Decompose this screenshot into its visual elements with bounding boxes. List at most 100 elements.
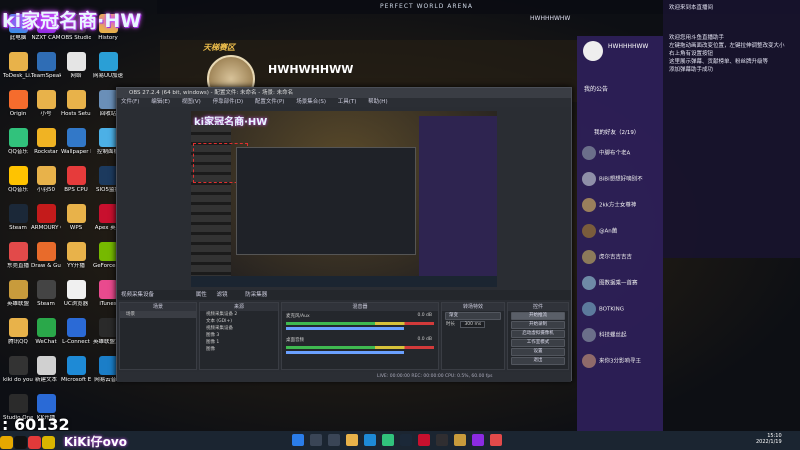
desktop-icon-label: Wallpaper Engine <box>61 149 91 155</box>
desktop-icon[interactable]: TeamSpeak 3 <box>31 52 61 79</box>
desktop-icon[interactable]: 东莞直播 <box>3 242 33 269</box>
obs-titlebar[interactable]: OBS 27.2.4 (64 bit, windows) - 配置文件: 未命名… <box>117 88 571 98</box>
filters-button[interactable]: 滤镜 <box>217 292 228 298</box>
start-icon[interactable] <box>292 434 304 446</box>
menu-view[interactable]: 视图(V) <box>182 99 201 105</box>
menu-scene-collection[interactable]: 场景集合(S) <box>296 99 326 105</box>
desktop-icon[interactable]: UC浏览器 <box>61 280 91 307</box>
edge-icon[interactable] <box>364 434 376 446</box>
source-item[interactable]: 视频采集设备 2 <box>200 311 278 318</box>
desktop-icon[interactable]: 小羽50 <box>31 166 61 193</box>
fan-item[interactable]: 虎尔吉吉吉吉 <box>582 250 632 264</box>
desktop-icon[interactable]: Microsoft Edge <box>61 356 91 383</box>
fan-item[interactable]: 来你3分影响寻王 <box>582 354 641 368</box>
source-item[interactable]: 视频采集设备 <box>200 325 278 332</box>
transition-duration: 时长 300 ms <box>442 321 504 328</box>
source-item[interactable]: 文本 (GDI+) <box>200 318 278 325</box>
obs-preview[interactable]: ki家冠名商·HW <box>191 111 497 287</box>
fan-item[interactable]: BOTKING <box>582 302 624 316</box>
desktop-icon[interactable]: YY开播 <box>61 242 91 269</box>
fan-item[interactable]: BiBi想想好嘀别不 <box>582 172 643 186</box>
apex-icon[interactable] <box>418 434 430 446</box>
desktop-icon[interactable]: L-Connect <box>61 318 91 345</box>
desktop-icon[interactable]: WPS <box>61 204 91 231</box>
steam-icon[interactable] <box>400 434 412 446</box>
scene-item[interactable]: 场景 <box>120 311 196 318</box>
exit-button[interactable]: 退出 <box>511 357 565 365</box>
taskbar-clock[interactable]: 15:10 2022/1/19 <box>756 433 782 445</box>
menu-tools[interactable]: 工具(T) <box>338 99 357 105</box>
desktop-icon[interactable]: 英雄联盟 <box>3 280 33 307</box>
nzxt-icon[interactable] <box>472 434 484 446</box>
desktop-icon[interactable]: QQ音乐 <box>3 166 33 193</box>
notice-line: 这里展示弹幕、贡献榜单、粉丝牌升级等 <box>669 59 769 65</box>
mixer-volume-slider[interactable] <box>286 351 405 354</box>
obs-menubar: 文件(F) 编辑(E) 视图(V) 停靠部件(D) 配置文件(P) 场景集合(S… <box>117 98 571 107</box>
duration-input[interactable]: 300 ms <box>460 321 486 328</box>
source-item[interactable]: 图像 1 <box>200 339 278 346</box>
mixer-volume-slider[interactable] <box>286 327 405 330</box>
fan-item[interactable]: 科技螺丝起 <box>582 328 627 342</box>
desktop-icon[interactable]: Steam <box>31 280 61 307</box>
app-icon <box>66 166 86 185</box>
controls-dock: 控件 开始推流 开始录制 启动虚拟摄像机 工作室模式 设置 退出 <box>507 302 569 370</box>
obs-window[interactable]: OBS 27.2.4 (64 bit, windows) - 配置文件: 未命名… <box>116 87 572 382</box>
source-item[interactable]: 图像 3 <box>200 332 278 339</box>
menu-file[interactable]: 文件(F) <box>121 99 139 105</box>
desktop-icon[interactable]: 腾讯QQ <box>3 318 33 345</box>
menu-help[interactable]: 帮助(H) <box>368 99 387 105</box>
notice-line: 添加弹幕助手成功 <box>669 67 714 73</box>
desktop-icon[interactable]: ARMOURY CRATE <box>31 204 61 231</box>
menu-docks[interactable]: 停靠部件(D) <box>213 99 244 105</box>
desktop-icon[interactable]: Origin <box>3 90 33 117</box>
game-username[interactable]: HWHHHWHW <box>530 15 570 22</box>
virtual-camera-button[interactable]: 启动虚拟摄像机 <box>511 330 565 338</box>
desktop-icon[interactable]: ToDesk_Li... <box>3 52 33 79</box>
menu-profile[interactable]: 配置文件(P) <box>255 99 285 105</box>
device-button[interactable]: 防采集器 <box>245 292 267 298</box>
desktop-icon[interactable]: 网易UU加速器 <box>93 52 123 79</box>
weibo-icon <box>28 436 41 449</box>
desktop-icon[interactable]: Hosts Setup <box>61 90 91 117</box>
fan-item[interactable]: 中脚布个老A <box>582 146 630 160</box>
menu-edit[interactable]: 编辑(E) <box>151 99 170 105</box>
desktop-icon[interactable]: 小号 <box>31 90 61 117</box>
fan-item[interactable]: 2kk方士女尊神 <box>582 198 636 212</box>
start-streaming-button[interactable]: 开始推流 <box>511 312 565 320</box>
search-icon[interactable] <box>310 434 322 446</box>
desktop-icon[interactable]: kiki do you love me <box>3 356 33 383</box>
fan-name: 2kk方士女尊神 <box>599 202 637 209</box>
source-item[interactable]: 图像 <box>200 346 278 353</box>
fan-item[interactable]: 图数据乘一首赛 <box>582 276 638 290</box>
desktop-icon[interactable]: Steam <box>3 204 33 231</box>
chat-avatar[interactable] <box>583 41 603 61</box>
properties-button[interactable]: 属性 <box>196 292 207 298</box>
explorer-icon[interactable] <box>346 434 358 446</box>
desktop-icon[interactable]: Wallpaper Engine <box>61 128 91 155</box>
app-icon <box>8 90 28 109</box>
mixer-meter <box>286 322 434 325</box>
app-icon[interactable] <box>382 434 394 446</box>
desktop-icon[interactable]: BPS CPU <box>61 166 91 193</box>
start-recording-button[interactable]: 开始录制 <box>511 321 565 329</box>
desktop-icon[interactable]: QQ音乐 <box>3 128 33 155</box>
obs-icon[interactable] <box>436 434 448 446</box>
desktop-icon[interactable]: WeChat <box>31 318 61 345</box>
screen: 此电脑 NZXT CAM OBS Studio History ToDesk_Li...… <box>0 0 800 450</box>
transition-select[interactable]: 渐变 <box>445 312 501 320</box>
app-icon <box>8 318 28 337</box>
app-icon <box>36 90 56 109</box>
desktop-icon[interactable]: Rockstar <box>31 128 61 155</box>
notice-lines: 欢迎来到本直播间 欢迎您用斗鱼直播助手 左键拖动画面改变位置，左键拉伸调整改变大… <box>669 4 794 74</box>
status-text: LIVE: 00:00:00 REC: 00:00:00 CPU: 0.5%, … <box>377 374 493 379</box>
desktop-icon[interactable]: Draw & Guess <box>31 242 61 269</box>
game-icon[interactable] <box>454 434 466 446</box>
settings-button[interactable]: 设置 <box>511 348 565 356</box>
app-icon <box>66 52 86 71</box>
studio-mode-button[interactable]: 工作室模式 <box>511 339 565 347</box>
desktop-icon[interactable]: 网络 <box>61 52 91 79</box>
taskview-icon[interactable] <box>328 434 340 446</box>
desktop-icon[interactable]: 新建文本 <box>31 356 61 383</box>
douyu-icon[interactable] <box>490 434 502 446</box>
fan-item[interactable]: @An菌 <box>582 224 617 238</box>
